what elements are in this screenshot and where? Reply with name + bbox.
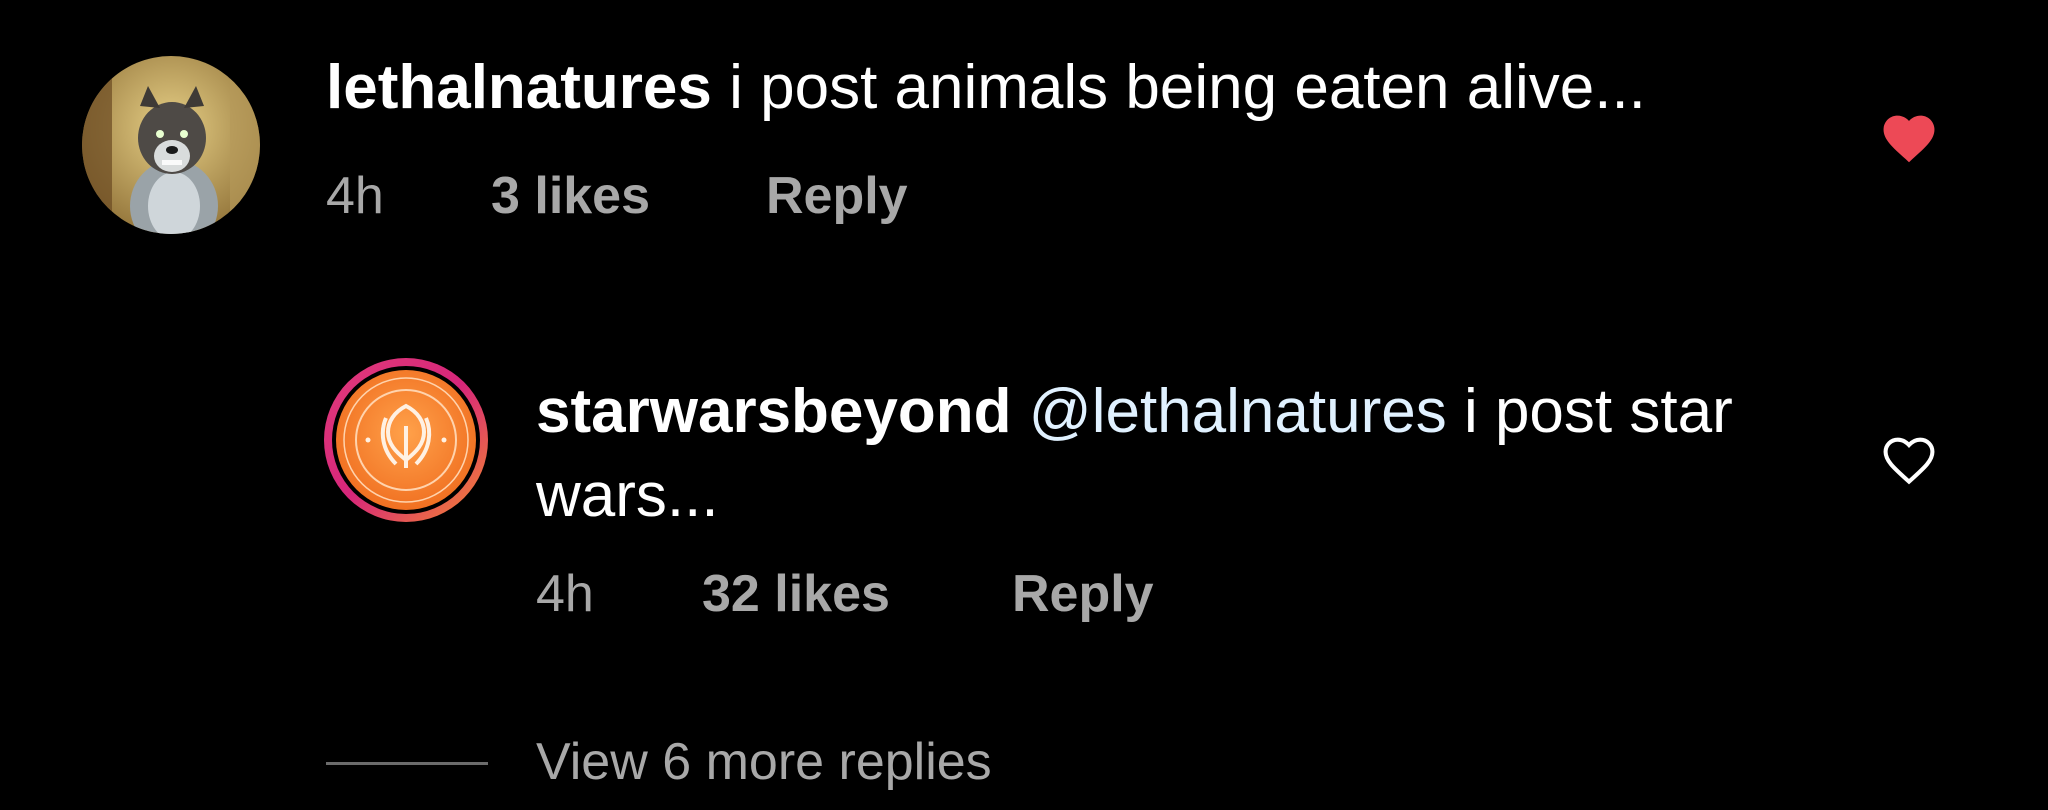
dog-avatar-icon xyxy=(82,56,260,234)
reply-username[interactable]: starwarsbeyond xyxy=(536,377,1012,446)
avatar[interactable] xyxy=(82,56,260,234)
comment-timestamp: 4h xyxy=(326,167,384,225)
comment-body: i post animals being eaten alive... xyxy=(711,53,1646,122)
reply-text: starwarsbeyond @lethalnatures i post sta… xyxy=(536,370,1796,538)
divider xyxy=(326,762,488,765)
comment-text: lethalnatures i post animals being eaten… xyxy=(326,46,1646,130)
view-more-replies-label[interactable]: View 6 more replies xyxy=(536,730,992,794)
reply-button[interactable]: Reply xyxy=(1012,564,1154,624)
view-more-replies[interactable]: View 6 more replies xyxy=(326,730,1226,800)
reply-likes[interactable]: 32 likes xyxy=(702,564,890,624)
reply-mention[interactable]: @lethalnatures xyxy=(1029,377,1447,446)
reply-timestamp: 4h xyxy=(536,565,594,623)
comment-username[interactable]: lethalnatures xyxy=(326,53,712,122)
star-wars-beyond-logo-icon xyxy=(324,358,488,522)
reply-button[interactable]: Reply xyxy=(766,166,908,226)
reply-comment: starwarsbeyond @lethalnatures i post sta… xyxy=(0,340,2048,640)
avatar[interactable] xyxy=(322,356,490,524)
heart-outline-icon[interactable] xyxy=(1878,430,1940,486)
heart-filled-icon[interactable] xyxy=(1878,108,1940,164)
comment: lethalnatures i post animals being eaten… xyxy=(0,0,2048,300)
comment-likes[interactable]: 3 likes xyxy=(491,166,650,226)
